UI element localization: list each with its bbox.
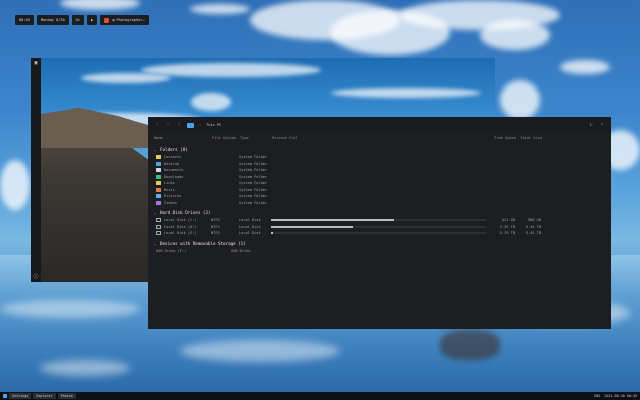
folder-list: Contacts System Folder Desktop System Folde… xyxy=(148,154,611,206)
section-removable[interactable]: ⌄ Devices with Removable Storage (1) xyxy=(148,239,611,248)
drive-type: Local Disk xyxy=(239,224,261,229)
folder-name: Videos xyxy=(164,200,177,205)
removable-type: USB Drive xyxy=(231,248,251,253)
usage-bar-fill xyxy=(271,225,353,228)
folder-type: System Folder xyxy=(239,168,268,173)
col-total-size[interactable]: Total Size xyxy=(516,136,542,140)
refresh-icon[interactable]: ↻ xyxy=(588,122,594,128)
drive-name: Local Disk (E:) xyxy=(164,231,197,236)
folder-icon xyxy=(156,155,161,160)
status-bar: 08:49 Monday 8/30 01 ▶ ◀ Photographer… xyxy=(15,15,149,25)
drive-fs: NTFS xyxy=(211,231,220,236)
usage-bar xyxy=(271,219,486,222)
play-icon[interactable]: ▶ xyxy=(86,15,98,25)
usage-bar-fill xyxy=(271,219,394,222)
folder-type: System Folder xyxy=(239,155,268,160)
drive-free: 5.39 TB xyxy=(499,231,515,236)
col-name[interactable]: Name xyxy=(154,136,212,140)
usage-bar xyxy=(271,232,486,235)
folder-icon xyxy=(156,200,161,205)
media-widget[interactable]: ◀ Photographer… xyxy=(100,15,149,25)
folder-icon xyxy=(156,174,161,179)
section-folders[interactable]: ⌄ Folders (8) xyxy=(148,145,611,154)
folder-type: System Folder xyxy=(239,200,268,205)
chevron-right-icon: › xyxy=(199,123,202,127)
language-indicator[interactable]: ENG xyxy=(594,394,600,398)
folder-icon xyxy=(156,187,161,192)
folder-icon xyxy=(156,181,161,186)
drive-row[interactable]: Local Disk (E:) NTFS Local Disk 5.39 TB 5.45… xyxy=(148,230,611,237)
folder-name: Music xyxy=(164,187,175,192)
removable-name: USB Drive (F:) xyxy=(156,248,187,253)
column-header: Name File System Type Percent Full Free … xyxy=(148,133,611,143)
file-manager-window[interactable]: ‹ › ˄ › This PC ↻ ⌕ Name File System Typ… xyxy=(148,117,611,329)
usage-bar xyxy=(271,225,486,228)
drive-type: Local Disk xyxy=(239,231,261,236)
system-tray: ENG 2021-08-30 08:49 xyxy=(594,394,637,398)
drive-list: Local Disk (C:) NTFS Local Disk 421 GB 988 G… xyxy=(148,217,611,237)
folder-type: System Folder xyxy=(239,194,268,199)
usage-bar-fill xyxy=(271,232,274,235)
folder-row[interactable]: Videos System Folder xyxy=(148,200,611,207)
taskbar-app[interactable]: Settings xyxy=(9,393,32,399)
folder-icon xyxy=(156,161,161,166)
hard-drive-icon xyxy=(156,224,161,229)
col-type[interactable]: Type xyxy=(240,136,272,140)
drive-total: 5.45 TB xyxy=(525,224,541,229)
viewer-sidebar: ▣ ⓘ xyxy=(31,58,41,282)
col-percent-full[interactable]: Percent Full xyxy=(272,136,492,140)
taskbar: Settings Explorer Photos ENG 2021-08-30 … xyxy=(0,392,640,400)
folder-name: Documents xyxy=(164,168,184,173)
media-title: ◀ Photographer… xyxy=(112,18,145,22)
folder-type: System Folder xyxy=(239,187,268,192)
col-free-space[interactable]: Free Space xyxy=(492,136,516,140)
hard-drive-icon xyxy=(156,231,161,236)
drive-total: 988 GB xyxy=(528,218,541,223)
toolbar: ‹ › ˄ › This PC ↻ ⌕ xyxy=(148,117,611,133)
computer-icon xyxy=(187,122,194,128)
folder-icon xyxy=(156,194,161,199)
workspace-indicator[interactable]: 01 xyxy=(71,15,84,25)
folder-type: System Folder xyxy=(239,161,268,166)
clock[interactable]: 08:49 xyxy=(15,15,34,25)
drive-free: 421 GB xyxy=(502,218,515,223)
drive-name: Local Disk (C:) xyxy=(164,218,197,223)
drive-name: Local Disk (D:) xyxy=(164,224,197,229)
taskbar-app[interactable]: Photos xyxy=(57,393,76,399)
folder-type: System Folder xyxy=(239,174,268,179)
hard-drive-icon xyxy=(156,218,161,223)
info-icon[interactable]: ⓘ xyxy=(33,274,39,280)
removable-row[interactable]: USB Drive (F:) USB Drive xyxy=(148,248,611,255)
breadcrumb[interactable]: This PC xyxy=(206,123,221,127)
removable-list: USB Drive (F:) USB Drive xyxy=(148,248,611,255)
drive-free: 3.39 TB xyxy=(499,224,515,229)
drive-fs: NTFS xyxy=(211,224,220,229)
image-icon[interactable]: ▣ xyxy=(33,60,39,66)
folder-name: Desktop xyxy=(164,161,180,166)
search-icon[interactable]: ⌕ xyxy=(599,122,605,128)
tray-clock[interactable]: 2021-08-30 08:49 xyxy=(604,394,637,398)
folder-name: Downloads xyxy=(164,174,184,179)
col-file-system[interactable]: File System xyxy=(212,136,240,140)
folder-name: Pictures xyxy=(164,194,182,199)
folder-name: Contacts xyxy=(164,155,182,160)
folder-icon xyxy=(156,168,161,173)
drive-fs: NTFS xyxy=(211,218,220,223)
drive-total: 5.45 TB xyxy=(525,231,541,236)
taskbar-app[interactable]: Explorer xyxy=(33,393,56,399)
arrow-left-icon[interactable]: ‹ xyxy=(154,122,160,128)
media-app-icon xyxy=(104,17,110,23)
folder-name: Links xyxy=(164,181,175,186)
folder-type: System Folder xyxy=(239,181,268,186)
windows-icon[interactable] xyxy=(3,394,7,398)
arrow-right-icon[interactable]: › xyxy=(165,122,171,128)
date[interactable]: Monday 8/30 xyxy=(36,15,69,25)
drive-type: Local Disk xyxy=(239,218,261,223)
section-drives[interactable]: ⌄ Hard Disk Drives (3) xyxy=(148,208,611,217)
arrow-up-icon[interactable]: ˄ xyxy=(176,122,182,128)
